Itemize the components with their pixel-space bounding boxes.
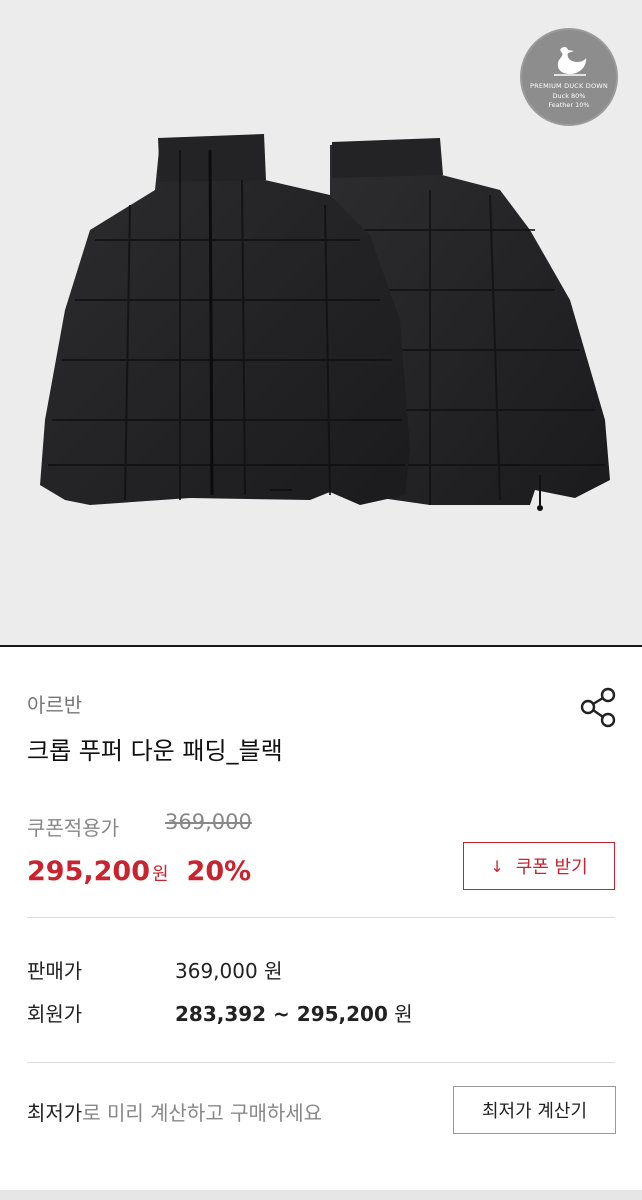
brand-name[interactable]: 아르반 xyxy=(27,689,82,718)
original-price: 369,000 xyxy=(165,810,252,834)
lowest-price-prompt: 최저가로 미리 계산하고 구매하세요 xyxy=(27,1097,322,1126)
duck-icon xyxy=(554,47,587,76)
product-image[interactable]: PREMIUM DUCK DOWN Duck 80% Feather 10% xyxy=(0,0,642,645)
divider xyxy=(27,917,615,918)
share-icon xyxy=(580,687,616,728)
list-price-label: 판매가 xyxy=(27,959,83,983)
hero-divider xyxy=(0,645,642,647)
currency-unit: 원 xyxy=(151,864,169,885)
lowest-price-emphasis: 최저가 xyxy=(27,1101,83,1125)
jacket-illustration xyxy=(40,134,610,511)
badge-title: PREMIUM DUCK DOWN xyxy=(530,82,608,90)
member-price-range: 283,392 ~ 295,200 xyxy=(175,1002,388,1026)
lowest-price-calculator-button[interactable]: 최저가 계산기 xyxy=(453,1086,616,1134)
download-arrow-icon: ↓ xyxy=(490,856,504,876)
product-title: 크롭 푸퍼 다운 패딩_블랙 xyxy=(27,737,283,765)
list-price-value: 369,000 원 xyxy=(175,959,283,983)
badge-duck: Duck 80% xyxy=(552,92,586,100)
get-coupon-button[interactable]: ↓ 쿠폰 받기 xyxy=(463,842,615,890)
sale-price: 295,200 xyxy=(27,856,150,887)
share-button[interactable] xyxy=(578,686,620,728)
badge-feather: Feather 10% xyxy=(548,101,590,109)
member-price-unit: 원 xyxy=(394,1002,413,1026)
lowest-price-rest: 로 미리 계산하고 구매하세요 xyxy=(82,1101,323,1125)
get-coupon-label: 쿠폰 받기 xyxy=(515,857,588,878)
discount-rate: 20% xyxy=(186,856,252,887)
coupon-price-label: 쿠폰적용가 xyxy=(27,816,119,840)
sale-price-row: 295,200 원 20% xyxy=(27,856,251,887)
bottom-bar xyxy=(0,1190,642,1200)
member-price-value: 283,392 ~ 295,200 원 xyxy=(175,998,413,1027)
divider xyxy=(27,1062,615,1063)
premium-duck-down-badge: PREMIUM DUCK DOWN Duck 80% Feather 10% xyxy=(520,28,618,126)
member-price-label: 회원가 xyxy=(27,1002,83,1026)
